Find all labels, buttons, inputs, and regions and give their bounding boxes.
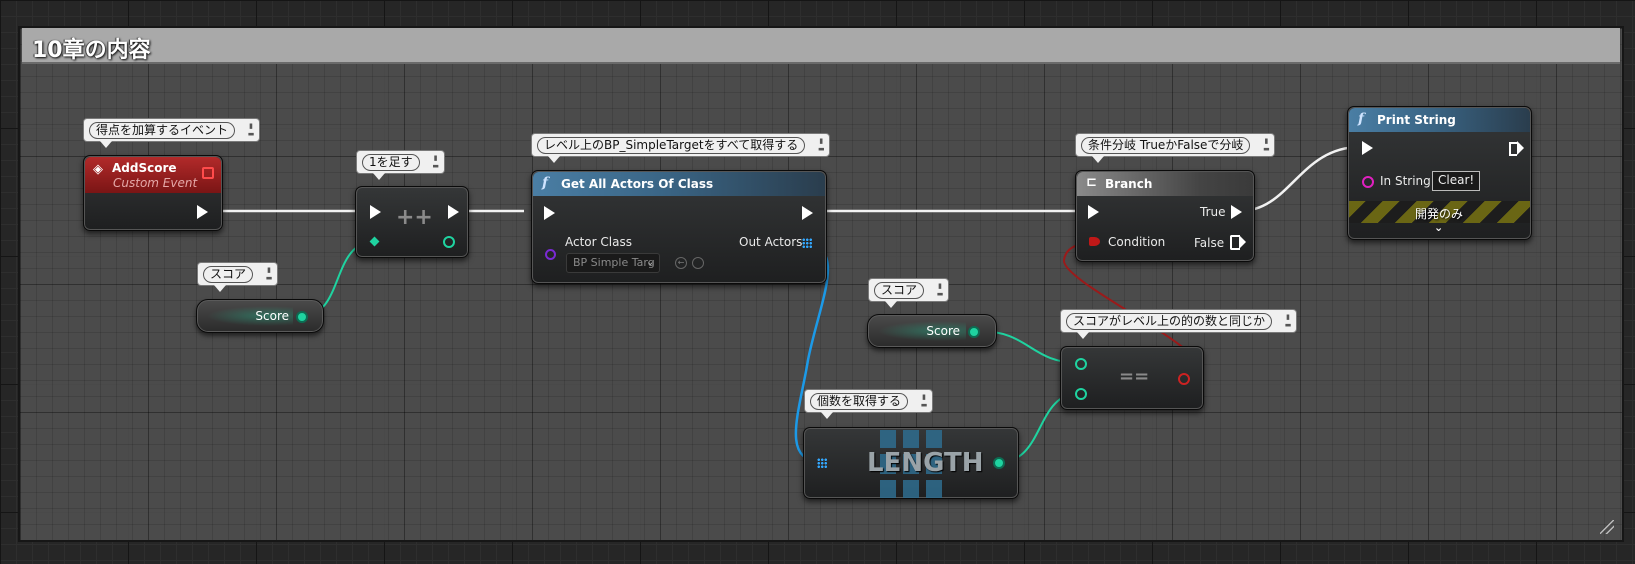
event-diamond-icon: ◈	[93, 162, 103, 177]
get-all-actors-node[interactable]: f Get All Actors Of Class Actor Class BP…	[531, 170, 827, 284]
node-header: f Get All Actors Of Class	[533, 172, 825, 196]
branch-node[interactable]: ⊏ Branch True Condition False	[1075, 170, 1255, 262]
int-in-pin-a[interactable]	[1075, 358, 1087, 370]
add-score-event-node[interactable]: ◈ AddScore Custom Event	[83, 155, 223, 231]
development-only-label: 開発のみ	[1415, 207, 1464, 221]
comment-bubble-length: 個数を取得する ▮ ▬	[804, 389, 934, 419]
int-in-pin[interactable]	[369, 236, 380, 247]
bool-in-pin[interactable]	[1089, 237, 1100, 246]
comment-bubble-score2: スコア ▮ ▬	[868, 278, 950, 308]
pin-icon: ▮ ▬	[920, 393, 928, 409]
equal-node[interactable]: ==	[1060, 346, 1204, 410]
chevron-down-icon[interactable]: ⌄	[1434, 221, 1443, 234]
int-out-pin[interactable]	[968, 326, 980, 338]
node-header: f Print String	[1349, 108, 1530, 132]
int-out-pin[interactable]	[296, 311, 308, 323]
print-string-node[interactable]: f Print String In String Clear! 開発のみ ⌄	[1347, 106, 1532, 240]
length-label: LENGTH	[867, 448, 984, 478]
string-in-pin[interactable]	[1362, 176, 1374, 188]
exec-out-pin[interactable]	[802, 206, 813, 220]
length-node[interactable]: LENGTH	[803, 427, 1019, 499]
in-string-value: Clear!	[1438, 173, 1475, 187]
pin-icon: ▮ ▬	[817, 137, 825, 153]
exec-in-pin[interactable]	[544, 206, 555, 220]
node-title: Print String	[1377, 113, 1456, 127]
pin-icon: ▮ ▬	[1284, 313, 1292, 329]
equal-symbol: ==	[1119, 366, 1150, 387]
function-f-icon: f	[542, 175, 549, 191]
comment-bubble-equal: スコアがレベル上の的の数と同じか ▮ ▬	[1060, 309, 1298, 339]
comment-bubble-score1: スコア ▮ ▬	[197, 262, 279, 292]
pin-icon: ▮ ▬	[1263, 137, 1270, 153]
true-exec-out-pin[interactable]	[1231, 205, 1242, 219]
actor-class-value: BP Simple Targ	[573, 256, 655, 269]
comment-bubble-branch: 条件分岐 TrueかFalseで分岐 ▮ ▬	[1075, 133, 1276, 163]
int-in-pin-b[interactable]	[1075, 388, 1087, 400]
back-arrow-icon[interactable]: ←	[675, 257, 687, 269]
delegate-square-icon[interactable]	[202, 167, 214, 179]
comment-bubble-get-all: レベル上のBP_SimpleTargetをすべて取得する ▮ ▬	[531, 133, 831, 163]
pin-icon: ▮ ▬	[247, 122, 255, 138]
exec-in-pin[interactable]	[1088, 205, 1099, 219]
array-grid-icon[interactable]	[802, 238, 812, 248]
condition-label: Condition	[1108, 235, 1166, 249]
class-in-pin[interactable]	[545, 249, 556, 260]
exec-in-pin[interactable]	[370, 205, 381, 219]
exec-out-pin-hollow[interactable]	[1509, 142, 1517, 156]
node-title: AddScore	[112, 161, 177, 175]
increment-node[interactable]: ++	[355, 186, 469, 258]
score-variable-node[interactable]: Score	[196, 299, 324, 333]
int-out-pin[interactable]	[993, 457, 1005, 469]
var-label: Score	[926, 324, 960, 338]
actor-class-label: Actor Class	[565, 235, 632, 249]
magnifier-icon[interactable]	[692, 257, 704, 269]
false-exec-out-tip	[1239, 235, 1246, 249]
actor-class-dropdown[interactable]: BP Simple Targ ⌄	[566, 253, 660, 273]
comment-bubble-add-score: 得点を加算するイベント ▮ ▬	[83, 118, 261, 148]
node-header: ⊏ Branch	[1077, 172, 1253, 196]
node-title: Branch	[1105, 177, 1153, 191]
false-label: False	[1194, 236, 1225, 250]
exec-in-pin[interactable]	[1362, 141, 1373, 155]
bool-out-pin[interactable]	[1178, 373, 1190, 385]
pin-icon: ▮ ▬	[432, 154, 439, 170]
increment-symbol: ++	[396, 205, 433, 230]
out-actors-label: Out Actors	[739, 235, 803, 249]
true-label: True	[1200, 205, 1226, 219]
array-grid-icon[interactable]	[817, 458, 827, 468]
var-label: Score	[255, 309, 289, 323]
node-header: ◈ AddScore Custom Event	[85, 157, 221, 193]
in-string-input[interactable]: Clear!	[1432, 171, 1481, 191]
exec-out-pin[interactable]	[448, 205, 459, 219]
pin-icon: ▮ ▬	[936, 282, 944, 298]
int-out-pin[interactable]	[443, 236, 455, 248]
node-subtitle: Custom Event	[113, 176, 198, 190]
function-f-icon: f	[1358, 111, 1365, 127]
branch-icon: ⊏	[1086, 175, 1097, 190]
comment-bubble-increment: 1を足す ▮ ▬	[356, 150, 445, 180]
in-string-label: In String	[1380, 174, 1431, 188]
score-variable-node[interactable]: Score	[867, 314, 997, 348]
chevron-down-icon: ⌄	[645, 255, 655, 268]
exec-out-tip	[1517, 141, 1524, 155]
exec-out-pin[interactable]	[197, 205, 208, 219]
pin-icon: ▮ ▬	[265, 266, 273, 282]
node-title: Get All Actors Of Class	[561, 177, 714, 191]
